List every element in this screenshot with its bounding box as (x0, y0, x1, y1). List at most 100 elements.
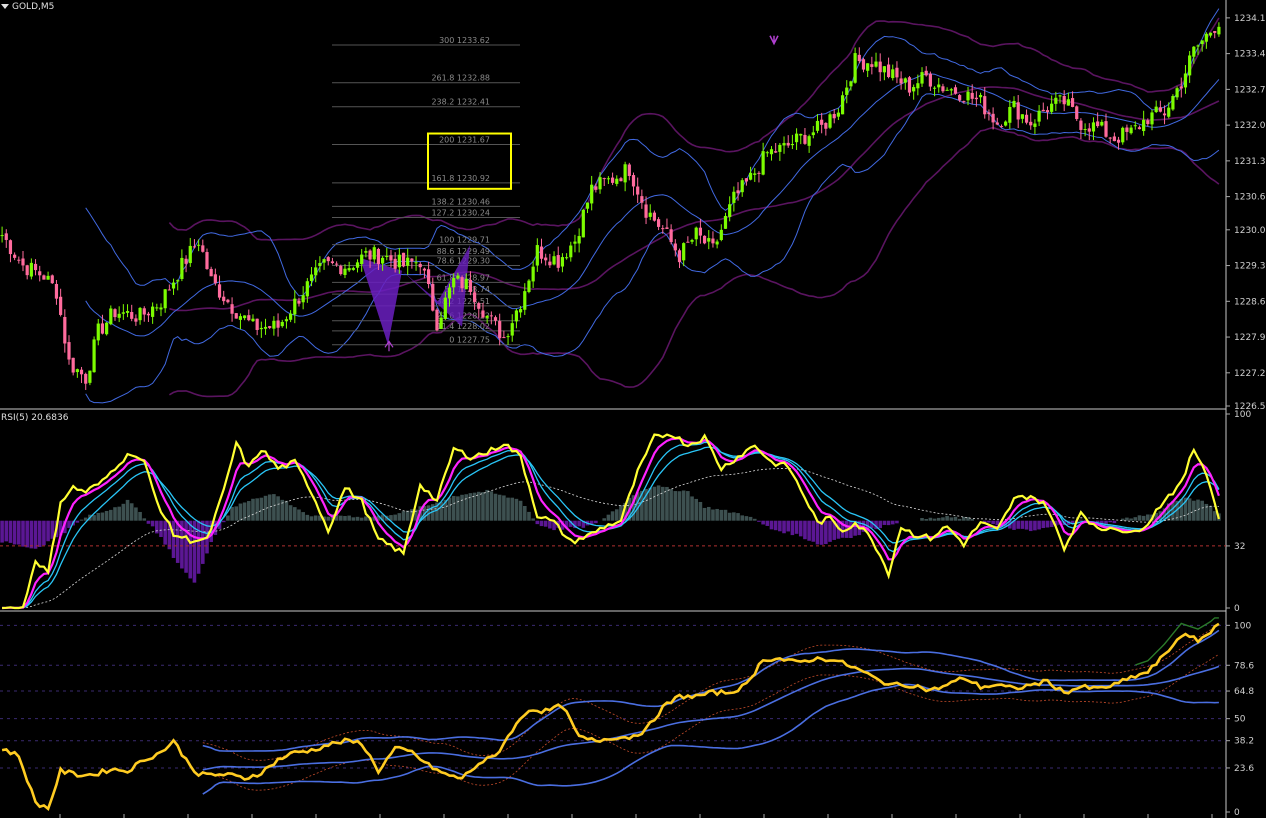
candle-body (602, 178, 606, 180)
dropdown-triangle-icon[interactable] (1, 4, 9, 9)
candle-body (1179, 86, 1183, 89)
candle-body (577, 236, 581, 244)
candle-body (464, 278, 468, 290)
candle-body (761, 151, 765, 175)
candle-body (456, 275, 460, 279)
histogram-bar (142, 518, 147, 521)
stochastic-axis-label: 78.6 (1234, 661, 1254, 671)
candle-body (326, 257, 330, 262)
candle-body (631, 175, 636, 187)
candle-body (230, 304, 234, 314)
candle-body (644, 204, 648, 218)
candle-body (151, 306, 155, 317)
histogram-bar (234, 506, 239, 521)
candle-body (983, 96, 987, 115)
candle-body (297, 300, 301, 304)
candle-body (665, 227, 669, 229)
histogram-bar (401, 511, 406, 521)
candle-body (715, 241, 719, 245)
symbol-title: GOLD,M5 (1, 2, 54, 12)
histogram-bar (37, 520, 42, 547)
histogram-bar (1137, 515, 1142, 521)
candle-body (907, 77, 912, 93)
histogram-bar (468, 493, 473, 521)
candle-body (740, 180, 744, 193)
histogram-bar (150, 520, 155, 527)
histogram-bar (610, 511, 615, 521)
histogram-bar (769, 520, 774, 530)
histogram-bar (79, 519, 84, 521)
histogram-bar (723, 509, 728, 521)
histogram-bar (740, 515, 745, 521)
candle-body (435, 309, 439, 331)
candle-body (376, 248, 381, 265)
candle-body (510, 323, 514, 336)
candle-body (799, 133, 803, 136)
candle-body (1175, 88, 1179, 98)
histogram-bar (163, 520, 167, 545)
histogram-bar (397, 513, 402, 521)
candle-body (1133, 125, 1137, 127)
histogram-bar (21, 520, 25, 547)
histogram-bar (33, 520, 38, 549)
histogram-bar (347, 515, 351, 521)
histogram-bar (757, 520, 761, 522)
candle-body (410, 258, 414, 262)
candle-body (406, 257, 410, 266)
histogram-bar (936, 517, 941, 521)
histogram-bar (1208, 505, 1213, 521)
histogram-bar (497, 494, 502, 521)
histogram-bar (882, 520, 887, 525)
candle-body (489, 315, 493, 317)
fib-level-label: 100 1229.71 (439, 236, 490, 245)
candle-body (293, 298, 297, 315)
candle-body (21, 258, 25, 266)
histogram-bar (719, 509, 724, 521)
candle-body (1129, 127, 1133, 134)
candle-body (1100, 121, 1104, 126)
candle-body (518, 309, 523, 313)
histogram-bar (681, 490, 686, 521)
candle-body (535, 245, 539, 266)
candle-body (874, 61, 878, 67)
candle-body (29, 262, 33, 277)
candle-body (364, 251, 368, 253)
candle-body (1066, 99, 1070, 106)
histogram-bar (1133, 517, 1138, 521)
histogram-bar (506, 497, 510, 521)
candle-body (1096, 121, 1100, 127)
candle-body (222, 296, 226, 302)
histogram-bar (1112, 520, 1117, 524)
candle-body (686, 241, 690, 243)
histogram-bar (736, 513, 740, 521)
candle-body (263, 326, 268, 329)
candle-body (845, 87, 849, 95)
histogram-bar (886, 520, 891, 526)
histogram-bar (656, 485, 661, 521)
candle-body (590, 184, 594, 204)
histogram-bar (945, 515, 949, 521)
candle-body (322, 259, 326, 263)
candle-body (335, 263, 339, 265)
candle-body (807, 136, 811, 146)
candle-body (606, 178, 611, 180)
histogram-bar (196, 520, 201, 574)
candle-body (958, 95, 962, 101)
price-axis-label: 1227.20 (1234, 369, 1266, 379)
candle-body (945, 89, 949, 91)
histogram-bar (773, 520, 778, 531)
candle-body (339, 265, 343, 275)
histogram-bar (301, 512, 305, 521)
histogram-bar (824, 520, 828, 545)
fib-level-label: 261.8 1232.88 (431, 74, 490, 83)
trading-chart[interactable]: 300 1233.62 261.8 1232.88 238.2 1232.41 200… (0, 0, 1266, 818)
candle-body (1192, 46, 1196, 57)
candle-body (723, 215, 728, 229)
histogram-bar (502, 495, 506, 521)
histogram-bar (155, 520, 159, 534)
candle-body (25, 265, 29, 276)
histogram-bar (309, 516, 314, 521)
price-axis-label: 1230.00 (1234, 226, 1266, 236)
histogram-bar (297, 509, 301, 521)
candle-body (840, 95, 845, 115)
